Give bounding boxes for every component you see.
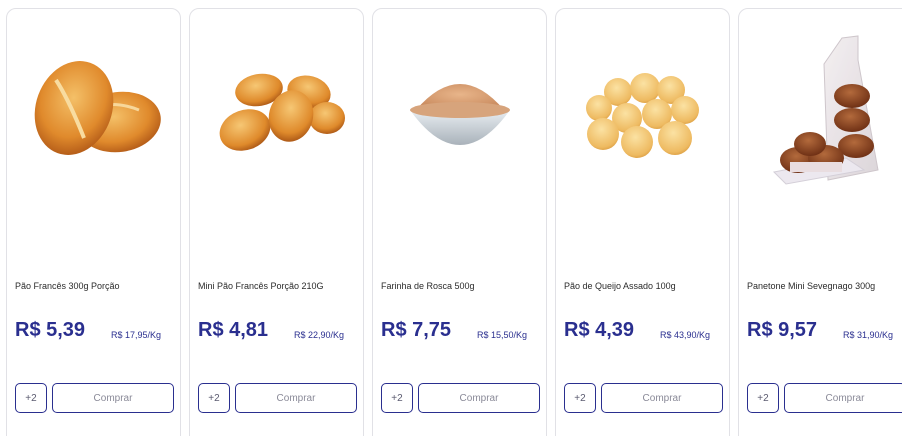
product-name[interactable]: Pão de Queijo Assado 100g (564, 281, 734, 291)
french-bread-icon (34, 61, 161, 155)
buy-button[interactable]: Comprar (784, 383, 902, 413)
product-price: R$ 5,39 (15, 319, 86, 341)
unit-price: R$ 43,90/Kg (660, 330, 711, 340)
mini-panettone-icon (772, 35, 879, 185)
product-image[interactable] (373, 15, 546, 195)
buy-button[interactable]: Comprar (52, 383, 174, 413)
product-card[interactable]: Panetone Mini Sevegnago 300g R$ 9,57 R$ … (738, 8, 902, 436)
product-name[interactable]: Panetone Mini Sevegnago 300g (747, 281, 902, 291)
breadcrumb-bowl-icon (409, 84, 510, 145)
cheese-bread-icon (585, 73, 699, 158)
buy-button[interactable]: Comprar (418, 383, 540, 413)
product-card[interactable]: Farinha de Rosca 500g R$ 7,75 R$ 15,50/K… (372, 8, 547, 436)
product-price: R$ 9,57 (747, 319, 818, 341)
product-card[interactable]: Pão Francês 300g Porção R$ 5,39 R$ 17,95… (6, 8, 181, 436)
mini-bread-icon (219, 73, 345, 151)
more-options-button[interactable]: +2 (198, 383, 230, 413)
product-image[interactable] (556, 15, 729, 195)
buy-button[interactable]: Comprar (601, 383, 723, 413)
more-options-button[interactable]: +2 (747, 383, 779, 413)
product-price: R$ 4,81 (198, 319, 269, 341)
unit-price: R$ 15,50/Kg (477, 330, 528, 340)
more-options-button[interactable]: +2 (564, 383, 596, 413)
product-card[interactable]: Pão de Queijo Assado 100g R$ 4,39 R$ 43,… (555, 8, 730, 436)
product-name[interactable]: Mini Pão Francês Porção 210G (198, 281, 368, 291)
product-card[interactable]: Mini Pão Francês Porção 210G R$ 4,81 R$ … (189, 8, 364, 436)
unit-price: R$ 31,90/Kg (843, 330, 894, 340)
product-carousel: Pão Francês 300g Porção R$ 5,39 R$ 17,95… (0, 0, 902, 436)
unit-price: R$ 17,95/Kg (111, 330, 162, 340)
product-price: R$ 7,75 (381, 319, 452, 341)
product-name[interactable]: Pão Francês 300g Porção (15, 281, 185, 291)
buy-button[interactable]: Comprar (235, 383, 357, 413)
more-options-button[interactable]: +2 (381, 383, 413, 413)
product-name[interactable]: Farinha de Rosca 500g (381, 281, 551, 291)
unit-price: R$ 22,90/Kg (294, 330, 345, 340)
more-options-button[interactable]: +2 (15, 383, 47, 413)
product-image[interactable] (7, 15, 180, 195)
product-price: R$ 4,39 (564, 319, 635, 341)
product-image[interactable] (190, 15, 363, 195)
product-image[interactable] (739, 15, 902, 195)
